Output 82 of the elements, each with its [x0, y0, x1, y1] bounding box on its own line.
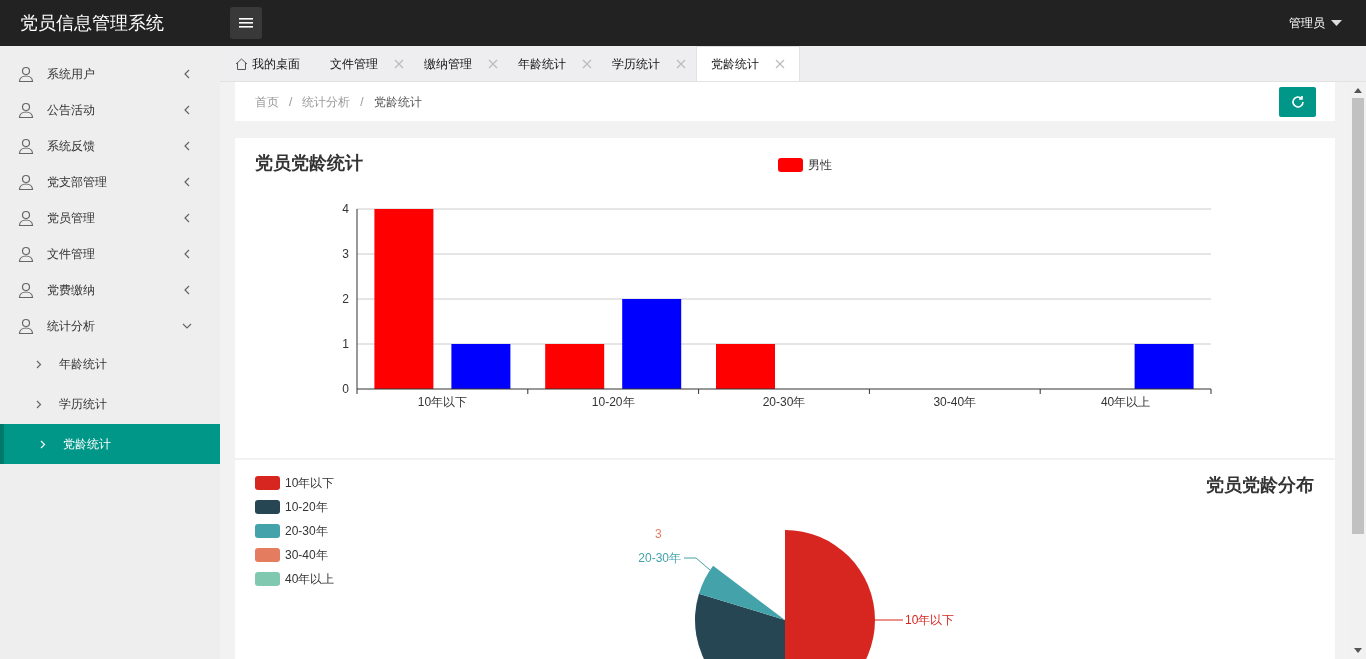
- scrollbar-thumb[interactable]: [1352, 98, 1364, 534]
- breadcrumb-separator: /: [289, 93, 293, 111]
- menu-icon: [239, 18, 253, 28]
- sidebar-item[interactable]: 党费缴纳: [0, 272, 220, 308]
- chevron-right-icon: [40, 439, 46, 449]
- slice-label: 3: [655, 527, 662, 541]
- chevron-left-icon: [182, 141, 192, 151]
- user-icon: [18, 66, 34, 82]
- tab[interactable]: 缴纳管理: [414, 46, 508, 81]
- refresh-icon: [1290, 94, 1305, 109]
- close-icon[interactable]: [582, 58, 592, 69]
- chevron-left-icon: [182, 69, 192, 79]
- scroll-up-icon[interactable]: [1354, 88, 1362, 93]
- leader-line: [683, 557, 711, 571]
- user-menu[interactable]: 管理员: [1289, 14, 1342, 32]
- user-icon: [18, 174, 34, 190]
- legend-label[interactable]: 40年以上: [285, 570, 335, 588]
- slice-label: 20-30年: [638, 551, 681, 565]
- chevron-left-icon: [182, 177, 192, 187]
- user-icon: [18, 282, 34, 298]
- tab[interactable]: 我的桌面: [225, 46, 320, 81]
- axis-tick-label: 0: [342, 382, 349, 396]
- user-icon: [18, 138, 34, 154]
- tab[interactable]: 文件管理: [320, 46, 414, 81]
- close-icon[interactable]: [775, 59, 785, 69]
- chevron-left-icon: [182, 249, 192, 259]
- axis-tick-label: 2: [342, 292, 349, 306]
- legend-label[interactable]: 10年以下: [285, 474, 335, 492]
- close-icon[interactable]: [488, 58, 498, 69]
- close-icon[interactable]: [394, 58, 404, 69]
- chart-title: 党员党龄分布: [1206, 474, 1314, 497]
- legend-label[interactable]: 20-30年: [285, 522, 328, 540]
- bar: [545, 344, 605, 389]
- sidebar-item[interactable]: 党员管理: [0, 200, 220, 236]
- sidebar-item[interactable]: 文件管理: [0, 236, 220, 272]
- user-icon: [18, 246, 34, 262]
- home-icon: [235, 57, 248, 70]
- user-icon: [18, 318, 34, 334]
- sidebar-subitem[interactable]: 年龄统计: [0, 344, 220, 384]
- app-title: 党员信息管理系统: [19, 11, 165, 35]
- axis-tick-label: 4: [342, 202, 349, 216]
- close-icon[interactable]: [676, 58, 686, 69]
- bar: [451, 344, 511, 389]
- sidebar-item[interactable]: 系统用户: [0, 56, 220, 92]
- axis-tick-label: 30-40年: [933, 395, 977, 409]
- tab[interactable]: 党龄统计: [696, 46, 800, 81]
- chevron-right-icon: [36, 359, 42, 369]
- sidebar-item[interactable]: 系统反馈: [0, 128, 220, 164]
- legend-label[interactable]: 10-20年: [285, 498, 328, 516]
- axis-tick-label: 1: [342, 337, 349, 351]
- menu-button[interactable]: [230, 7, 262, 39]
- axis-tick-label: 40年以上: [1100, 395, 1151, 409]
- caret-icon: [1331, 20, 1342, 26]
- sidebar-item[interactable]: 党支部管理: [0, 164, 220, 200]
- slice-label: 10年以下: [905, 613, 955, 627]
- chevron-left-icon: [182, 105, 192, 115]
- leader-line: [874, 619, 904, 621]
- axis-tick-label: 20-30年: [762, 395, 806, 409]
- sidebar-subitem[interactable]: 学历统计: [0, 384, 220, 424]
- chevron-left-icon: [182, 213, 192, 223]
- chevron-left-icon: [182, 285, 192, 295]
- axis-tick-label: 10-20年: [591, 395, 635, 409]
- axis-tick-label: 3: [342, 247, 349, 261]
- sidebar-item[interactable]: 统计分析: [0, 308, 220, 344]
- bar: [716, 344, 775, 389]
- breadcrumb-separator: /: [360, 93, 364, 111]
- refresh-button[interactable]: [1279, 86, 1316, 117]
- bar: [1134, 344, 1194, 389]
- tab[interactable]: 学历统计: [602, 46, 696, 81]
- chart-title: 党员党龄统计: [255, 152, 363, 175]
- chevron-right-icon: [36, 399, 42, 409]
- axis-tick-label: 10年以下: [417, 395, 468, 409]
- legend-swatch: [778, 158, 803, 172]
- legend-label[interactable]: 30-40年: [285, 546, 328, 564]
- tab[interactable]: 年龄统计: [508, 46, 602, 81]
- user-icon: [18, 102, 34, 118]
- sidebar-subitem[interactable]: 党龄统计: [0, 424, 220, 464]
- chevron-down-icon: [182, 321, 192, 331]
- user-icon: [18, 210, 34, 226]
- legend-label[interactable]: 男性: [808, 156, 832, 174]
- scroll-down-icon[interactable]: [1354, 648, 1362, 653]
- sidebar-item[interactable]: 公告活动: [0, 92, 220, 128]
